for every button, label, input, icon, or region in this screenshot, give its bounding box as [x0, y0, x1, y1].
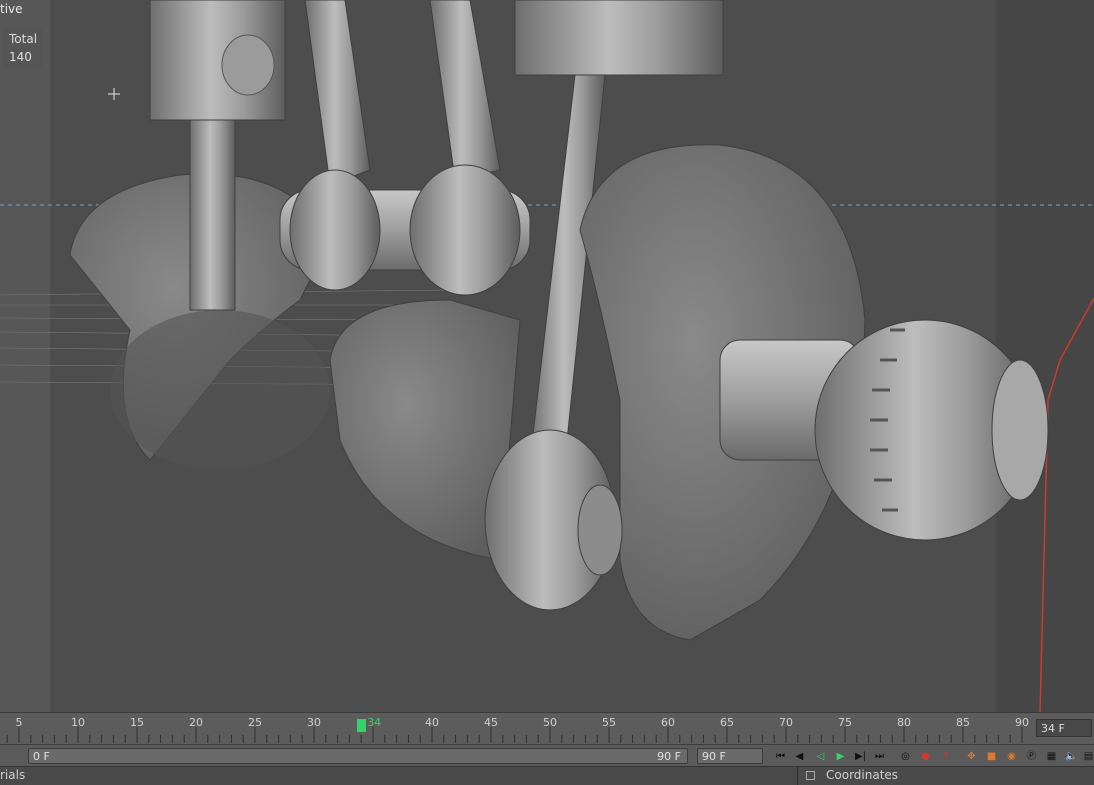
crosshair-icon	[108, 88, 120, 100]
timeline-ruler	[6, 727, 1023, 743]
counterweight-shadow	[110, 310, 330, 470]
timeline-tick-label: 65	[720, 716, 734, 729]
rod-bearing-b	[409, 164, 521, 296]
rotate-key-icon[interactable]: ◉	[1003, 748, 1020, 765]
record-icon[interactable]: ◎	[897, 748, 914, 765]
play-forward-icon[interactable]: ▶	[832, 748, 849, 765]
bottom-panels: rials Coordinates	[0, 766, 1094, 785]
frame-range-slider[interactable]: 0 F 90 F	[28, 748, 688, 764]
timeline-tick-label: 85	[956, 716, 970, 729]
shaft-end	[991, 359, 1049, 501]
timeline-tick-label: 20	[189, 716, 203, 729]
con-rod-left	[189, 119, 236, 311]
viewport-scene	[0, 0, 1094, 712]
param-key-icon[interactable]: Ⓟ	[1023, 748, 1040, 765]
viewport-name-label: tive	[0, 2, 23, 16]
piston-right	[514, 0, 724, 76]
timeline-tick-label: 75	[838, 716, 852, 729]
previous-key-icon[interactable]: ◀	[791, 748, 808, 765]
rod-bearing-a	[289, 169, 381, 291]
materials-tab[interactable]: rials	[0, 768, 25, 782]
move-key-icon[interactable]: ✥	[963, 748, 980, 765]
timeline-tick-label: 40	[425, 716, 439, 729]
timeline-tick-label: 5	[15, 716, 23, 729]
play-backward-icon[interactable]: ◁	[812, 748, 829, 765]
stats-title: Total	[9, 32, 38, 46]
go-to-start-icon[interactable]: ⏮	[772, 748, 789, 765]
timeline-tick-label: 45	[484, 716, 498, 729]
timeline-tick-label: 15	[130, 716, 144, 729]
coordinates-checkbox[interactable]	[806, 771, 815, 780]
stats-value: 140	[9, 50, 32, 64]
timeline-tick-label: 60	[661, 716, 675, 729]
viewport-right-panel	[996, 0, 1094, 712]
range-start-label: 0 F	[33, 750, 50, 763]
coordinates-tab[interactable]: Coordinates	[826, 768, 898, 782]
con-rod-mid-b	[429, 0, 501, 181]
con-rod-mid-a	[304, 0, 371, 186]
viewport-left-panel	[0, 0, 50, 712]
timeline-tick-label: 25	[248, 716, 262, 729]
max-frame-field[interactable]: 90 F	[697, 748, 763, 764]
go-to-end-icon[interactable]: ⏭	[871, 748, 888, 765]
playback-controls: 0 F 90 F 90 F ⏮ ◀ ◁ ▶ ▶| ⏭ ◎ ● ? ✥ ■ ◉ Ⓟ…	[0, 744, 1094, 767]
timeline-tick-label: 50	[543, 716, 557, 729]
timeline-tick-label: 34	[367, 716, 382, 729]
sound-icon[interactable]: 🔈	[1063, 748, 1080, 765]
timeline-tick-label: 55	[602, 716, 616, 729]
piston-pin-left	[221, 34, 275, 96]
grid-key-icon[interactable]: ▦	[1043, 748, 1060, 765]
scale-key-icon[interactable]: ■	[983, 748, 1000, 765]
range-end-label: 90 F	[657, 750, 681, 763]
next-key-icon[interactable]: ▶|	[852, 748, 869, 765]
stats-overlay: Total 140	[3, 28, 44, 68]
timeline[interactable]: 5 10 15 20 25 30 34 40 45 50 55 60 65 70 75 80 85 90 34 F	[0, 712, 1094, 745]
current-frame-field[interactable]: 34 F	[1036, 719, 1092, 737]
3d-viewport[interactable]: tive Total 140	[0, 0, 1094, 712]
autokey-icon[interactable]: ●	[917, 748, 934, 765]
timeline-tick-label: 90	[1015, 716, 1029, 729]
timeline-tick-label: 10	[71, 716, 85, 729]
timeline-tick-label: 70	[779, 716, 793, 729]
help-icon[interactable]: ?	[937, 748, 954, 765]
timeline-tick-label: 30	[307, 716, 321, 729]
scheme-icon[interactable]: ▤	[1080, 748, 1094, 765]
timeline-playhead[interactable]	[357, 719, 367, 732]
panel-divider	[797, 767, 798, 785]
lower-journal	[577, 484, 623, 576]
timeline-tick-label: 80	[897, 716, 911, 729]
